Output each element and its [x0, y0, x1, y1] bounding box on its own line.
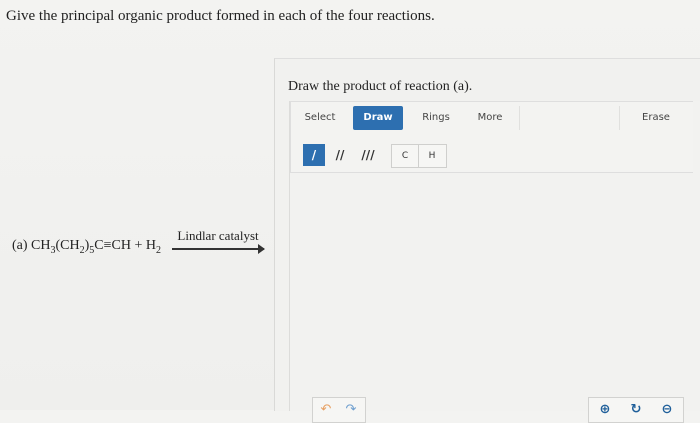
- tab-draw[interactable]: Draw: [353, 106, 403, 130]
- structure-editor[interactable]: Select Draw Rings More Erase / // /// C …: [289, 101, 700, 423]
- single-bond-button[interactable]: /: [303, 144, 325, 166]
- reaction-equation: (a) CH3(CH2)5C≡CH + H2: [12, 238, 161, 256]
- zoom-controls: ⊕ ↻ ⊖: [588, 397, 684, 423]
- zoom-reset-icon[interactable]: ↻: [624, 400, 648, 420]
- toolbar-divider: [519, 106, 520, 130]
- carbon-atom-button[interactable]: C: [392, 145, 419, 167]
- reaction-label: (a): [12, 238, 28, 253]
- zoom-out-icon[interactable]: ⊖: [655, 400, 679, 420]
- catalyst-label: Lindlar catalyst: [177, 228, 259, 243]
- undo-icon[interactable]: ↶: [315, 400, 337, 420]
- reaction-arrow: [172, 244, 265, 254]
- tab-rings[interactable]: Rings: [411, 106, 461, 130]
- redo-icon[interactable]: ↷: [340, 400, 362, 420]
- toolbar-divider: [619, 106, 620, 130]
- double-bond-button[interactable]: //: [329, 144, 351, 166]
- zoom-in-icon[interactable]: ⊕: [593, 400, 617, 420]
- tab-more[interactable]: More: [465, 106, 515, 130]
- history-controls: ↶ ↷: [312, 397, 366, 423]
- editor-toolbar: Select Draw Rings More Erase / // /// C …: [290, 101, 693, 173]
- tab-erase[interactable]: Erase: [621, 106, 691, 130]
- reaction-arrow-group: Lindlar catalyst: [172, 228, 265, 254]
- answer-panel: Draw the product of reaction (a). Select…: [274, 58, 700, 423]
- reaction-a: (a) CH3(CH2)5C≡CH + H2 Lindlar catalyst: [12, 228, 272, 268]
- tab-select[interactable]: Select: [293, 106, 347, 130]
- question-text: Give the principal organic product forme…: [6, 8, 435, 24]
- atom-selector: C H: [391, 144, 447, 168]
- panel-prompt: Draw the product of reaction (a).: [288, 79, 473, 94]
- triple-bond-button[interactable]: ///: [355, 144, 381, 166]
- hydrogen-atom-button[interactable]: H: [419, 145, 445, 167]
